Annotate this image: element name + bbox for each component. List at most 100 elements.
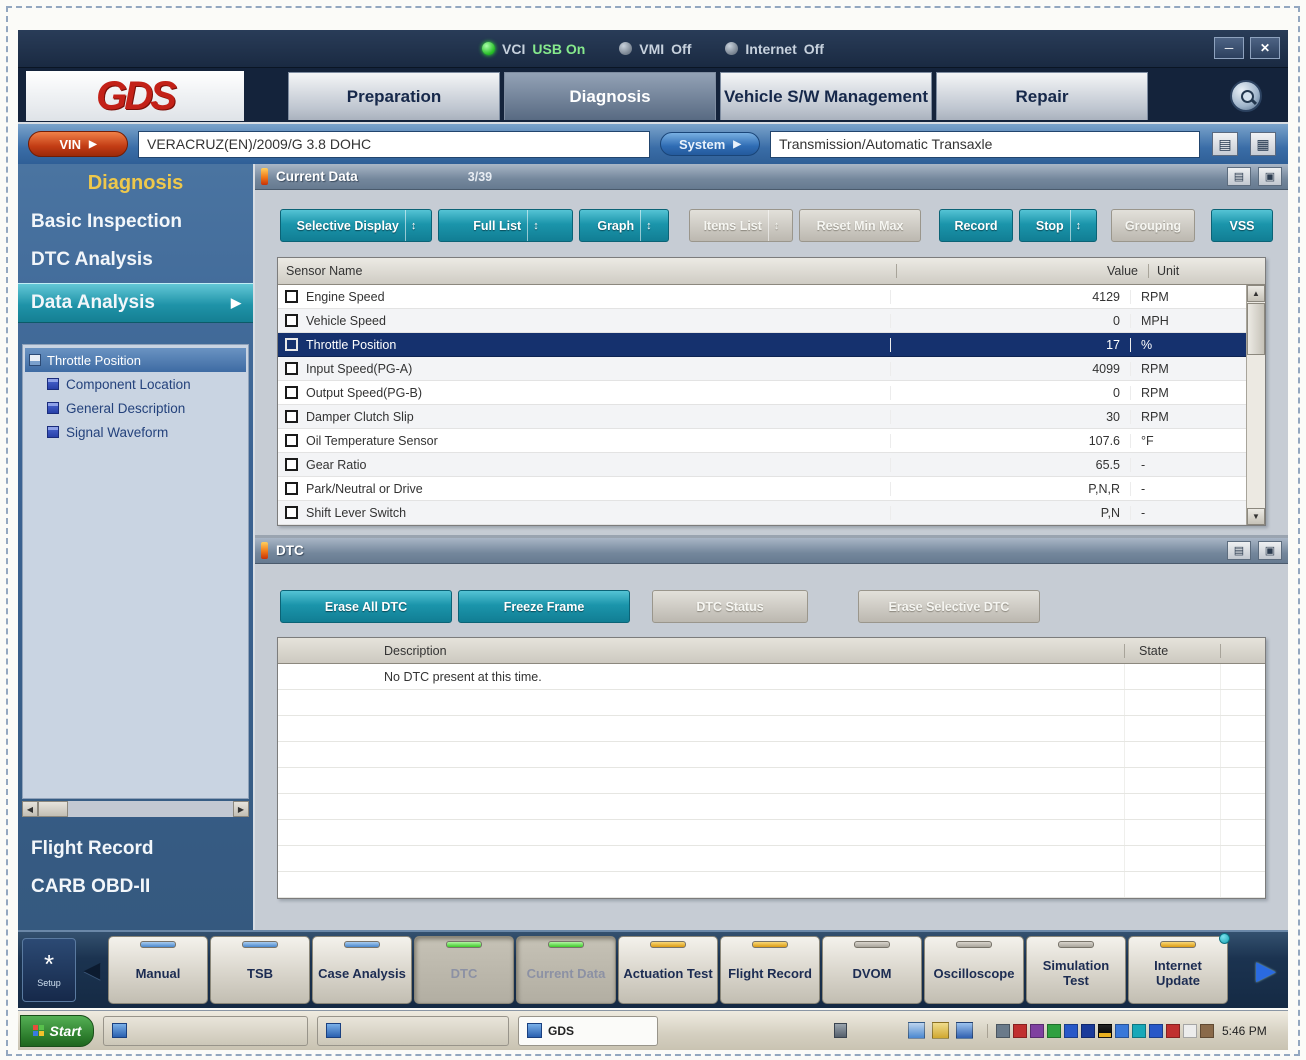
setup-button[interactable]: * Setup: [22, 938, 76, 1002]
scroll-up-icon[interactable]: ▲: [1247, 285, 1265, 302]
tree-item-component-location[interactable]: Component Location: [23, 372, 248, 396]
tab-preparation[interactable]: Preparation: [288, 72, 500, 120]
tray-icon[interactable]: [1183, 1024, 1197, 1038]
scroll-down-icon[interactable]: ▼: [1247, 508, 1265, 525]
checkbox[interactable]: [285, 458, 298, 471]
tray-icon[interactable]: [1030, 1024, 1044, 1038]
grouping-button[interactable]: Grouping: [1111, 209, 1195, 242]
split-arrows-icon[interactable]: ↕: [405, 210, 422, 241]
scroll-right-icon[interactable]: ▶: [233, 801, 249, 817]
tree-item-general-description[interactable]: General Description: [23, 396, 248, 420]
tray-icon[interactable]: [1064, 1024, 1078, 1038]
graph-button[interactable]: Graph ↕: [579, 209, 669, 242]
checkbox[interactable]: [285, 362, 298, 375]
minimize-button[interactable]: ─: [1214, 37, 1244, 59]
tray-icon[interactable]: [996, 1024, 1010, 1038]
quick-launch-icon[interactable]: [932, 1022, 949, 1039]
sensor-row-throttle-position[interactable]: Throttle Position 17 %: [278, 333, 1246, 357]
dvom-button[interactable]: DVOM: [822, 936, 922, 1004]
collapse-panel-icon[interactable]: ▣: [1258, 541, 1282, 560]
erase-all-dtc-button[interactable]: Erase All DTC: [280, 590, 452, 623]
checkbox[interactable]: [285, 314, 298, 327]
stop-button[interactable]: Stop ↕: [1019, 209, 1097, 242]
tab-diagnosis[interactable]: Diagnosis: [504, 72, 716, 120]
sensor-row-shift-lever-switch[interactable]: Shift Lever Switch P,N -: [278, 501, 1246, 525]
sidebar-item-dtc-analysis[interactable]: DTC Analysis: [18, 249, 253, 271]
tab-vehicle-sw-management[interactable]: Vehicle S/W Management: [720, 72, 932, 120]
sensor-row-oil-temperature[interactable]: Oil Temperature Sensor 107.6 °F: [278, 429, 1246, 453]
tray-icon[interactable]: [1132, 1024, 1146, 1038]
dtc-function-button[interactable]: DTC: [414, 936, 514, 1004]
tray-icon[interactable]: [1013, 1024, 1027, 1038]
split-arrows-icon[interactable]: ↕: [640, 210, 657, 241]
vehicle-field[interactable]: VERACRUZ(EN)/2009/G 3.8 DOHC: [138, 131, 650, 158]
export-icon[interactable]: ▤: [1227, 541, 1251, 560]
simulation-test-button[interactable]: Simulation Test: [1026, 936, 1126, 1004]
system-button[interactable]: System ▶: [660, 132, 760, 156]
sensor-row-park-neutral-drive[interactable]: Park/Neutral or Drive P,N,R -: [278, 477, 1246, 501]
split-arrows-icon[interactable]: ↕: [768, 210, 785, 241]
tray-icon[interactable]: [1081, 1024, 1095, 1038]
quick-launch-icon[interactable]: [956, 1022, 973, 1039]
checkbox[interactable]: [285, 410, 298, 423]
tray-icon[interactable]: [1149, 1024, 1163, 1038]
record-button[interactable]: Record: [939, 209, 1013, 242]
case-analysis-button[interactable]: Case Analysis: [312, 936, 412, 1004]
sensor-row-damper-clutch-slip[interactable]: Damper Clutch Slip 30 RPM: [278, 405, 1246, 429]
tray-icon[interactable]: [1166, 1024, 1180, 1038]
dtc-row-no-dtc[interactable]: No DTC present at this time.: [278, 664, 1265, 690]
quick-launch-icon[interactable]: [908, 1022, 925, 1039]
split-arrows-icon[interactable]: ↕: [1070, 210, 1087, 241]
scroll-left-icon[interactable]: ◀: [22, 801, 38, 817]
checkbox[interactable]: [285, 506, 298, 519]
actuation-test-button[interactable]: Actuation Test: [618, 936, 718, 1004]
scrollbar-thumb[interactable]: [38, 801, 68, 817]
tsb-button[interactable]: TSB: [210, 936, 310, 1004]
dtc-status-button[interactable]: DTC Status: [652, 590, 808, 623]
system-field[interactable]: Transmission/Automatic Transaxle: [770, 131, 1200, 158]
sidebar-item-data-analysis[interactable]: Data Analysis ▶: [18, 283, 253, 323]
tray-icon[interactable]: [1047, 1024, 1061, 1038]
checkbox[interactable]: [285, 482, 298, 495]
tray-icon[interactable]: [1115, 1024, 1129, 1038]
internet-update-button[interactable]: Internet Update: [1128, 936, 1228, 1004]
tray-icon[interactable]: [1098, 1024, 1112, 1038]
toolbar-scroll-left-icon[interactable]: ◀: [76, 957, 108, 983]
sensor-row-gear-ratio[interactable]: Gear Ratio 65.5 -: [278, 453, 1246, 477]
taskbar-task-button[interactable]: [317, 1016, 509, 1046]
full-list-button[interactable]: Full List ↕: [438, 209, 573, 242]
close-button[interactable]: ✕: [1250, 37, 1280, 59]
sensor-row-output-speed[interactable]: Output Speed(PG-B) 0 RPM: [278, 381, 1246, 405]
tree-item-throttle-position[interactable]: Throttle Position: [25, 348, 246, 372]
toolbar-scroll-right-icon[interactable]: ▶: [1248, 955, 1284, 986]
sensor-row-vehicle-speed[interactable]: Vehicle Speed 0 MPH: [278, 309, 1246, 333]
manual-button[interactable]: Manual: [108, 936, 208, 1004]
vss-button[interactable]: VSS: [1211, 209, 1273, 242]
checkbox[interactable]: [285, 434, 298, 447]
sidebar-item-carb-obd-ii[interactable]: CARB OBD-II: [18, 868, 253, 906]
collapse-panel-icon[interactable]: ▣: [1258, 167, 1282, 186]
sensor-row-engine-speed[interactable]: Engine Speed 4129 RPM: [278, 285, 1246, 309]
start-button[interactable]: Start: [20, 1015, 94, 1047]
sensor-table-scrollbar[interactable]: ▲ ▼: [1246, 285, 1265, 525]
checkbox[interactable]: [285, 338, 298, 351]
taskbar-task-gds[interactable]: GDS: [518, 1016, 658, 1046]
tree-item-signal-waveform[interactable]: Signal Waveform: [23, 420, 248, 444]
sidebar-item-flight-record[interactable]: Flight Record: [18, 830, 253, 868]
current-data-function-button[interactable]: Current Data: [516, 936, 616, 1004]
vin-button[interactable]: VIN ▶: [28, 131, 128, 157]
items-list-button[interactable]: Items List ↕: [689, 209, 793, 242]
tray-icon[interactable]: [1200, 1024, 1214, 1038]
sidebar-horizontal-scrollbar[interactable]: ◀ ▶: [22, 801, 249, 817]
report-icon[interactable]: ▦: [1250, 132, 1276, 156]
freeze-frame-button[interactable]: Freeze Frame: [458, 590, 630, 623]
oscilloscope-button[interactable]: Oscilloscope: [924, 936, 1024, 1004]
checkbox[interactable]: [285, 386, 298, 399]
magnifier-icon[interactable]: [1230, 80, 1262, 112]
sensor-row-input-speed[interactable]: Input Speed(PG-A) 4099 RPM: [278, 357, 1246, 381]
erase-selective-dtc-button[interactable]: Erase Selective DTC: [858, 590, 1040, 623]
split-arrows-icon[interactable]: ↕: [527, 210, 544, 241]
taskbar-task-button[interactable]: [103, 1016, 308, 1046]
screen-capture-icon[interactable]: ▤: [1212, 132, 1238, 156]
tab-repair[interactable]: Repair: [936, 72, 1148, 120]
